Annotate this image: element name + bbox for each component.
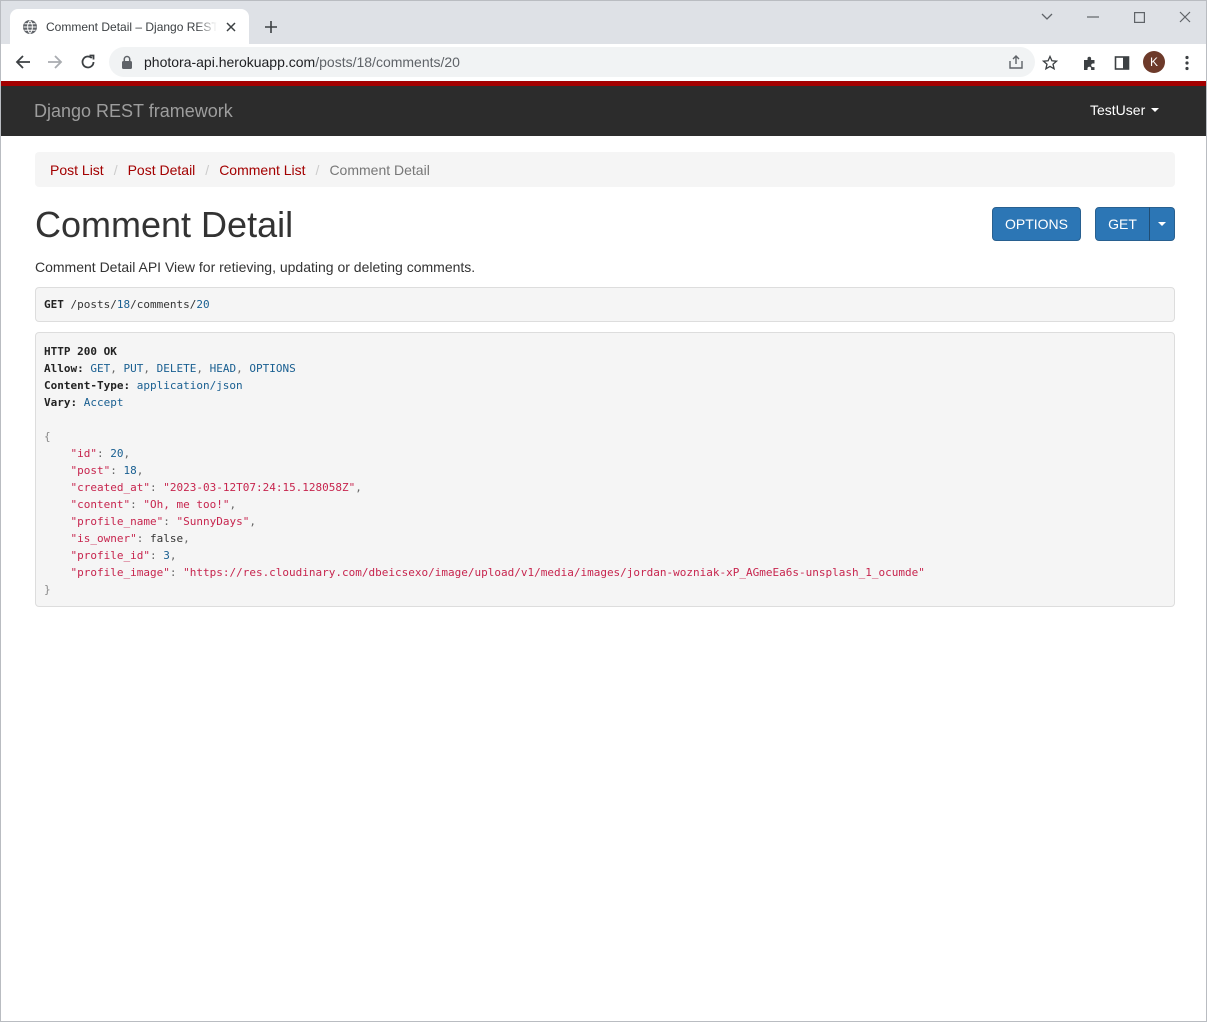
json-key: "created_at" <box>70 481 150 494</box>
request-method: GET <box>44 298 64 311</box>
json-open-brace: { <box>44 430 51 443</box>
allow-method: DELETE <box>156 362 197 375</box>
json-value: "https://res.cloudinary.com/dbeicsexo/im… <box>183 566 925 579</box>
request-path-segment: /posts/ <box>70 298 117 311</box>
bookmark-star-icon[interactable] <box>1040 53 1060 73</box>
breadcrumb-comment-detail: Comment Detail <box>329 161 430 178</box>
json-close-brace: } <box>44 583 51 596</box>
json-key: "is_owner" <box>70 532 137 545</box>
drf-navbar: Django REST framework TestUser <box>1 86 1206 136</box>
address-bar[interactable]: photora-api.herokuapp.com/posts/18/comme… <box>109 47 1035 77</box>
json-value: "SunnyDays" <box>176 515 250 528</box>
caret-down-icon <box>1158 222 1166 226</box>
json-field-row: "id": 20, <box>70 447 131 460</box>
url-text: photora-api.herokuapp.com/posts/18/comme… <box>144 54 460 70</box>
share-icon[interactable] <box>1007 53 1025 71</box>
browser-window: Comment Detail – Django REST framework <box>0 0 1207 1022</box>
json-value: 20 <box>110 447 124 460</box>
caret-down-icon <box>1151 108 1160 112</box>
json-field-row: "content": "Oh, me too!", <box>70 498 237 511</box>
extensions-icon[interactable] <box>1080 53 1100 73</box>
lock-icon <box>122 55 132 69</box>
request-path-segment: /comments/ <box>130 298 197 311</box>
json-field-row: "post": 18, <box>70 464 144 477</box>
breadcrumb-separator: / <box>205 161 210 178</box>
allow-method: HEAD <box>209 362 237 375</box>
browser-tab[interactable]: Comment Detail – Django REST framework <box>10 9 249 44</box>
maximize-icon[interactable] <box>1129 7 1149 27</box>
options-button[interactable]: OPTIONS <box>992 207 1081 241</box>
allow-header: Allow: GET, PUT, DELETE, HEAD, OPTIONS <box>44 362 296 375</box>
json-key: "content" <box>70 498 131 511</box>
allow-method: GET <box>90 362 111 375</box>
vary-header: Vary: Accept <box>44 396 124 409</box>
breadcrumb-post-detail[interactable]: Post Detail <box>128 162 196 178</box>
allow-method: OPTIONS <box>249 362 296 375</box>
request-path-segment: 20 <box>196 298 210 311</box>
get-format-dropdown[interactable] <box>1149 207 1175 241</box>
close-window-icon[interactable] <box>1175 7 1195 27</box>
request-path-segment: 18 <box>116 298 131 311</box>
breadcrumb-post-list[interactable]: Post List <box>50 162 104 178</box>
forward-icon[interactable] <box>43 50 67 74</box>
brand-link[interactable]: Django REST framework <box>34 101 233 122</box>
kebab-menu-icon[interactable] <box>1177 53 1197 73</box>
tab-search-icon[interactable] <box>1037 7 1057 27</box>
globe-icon <box>23 19 37 34</box>
request-info: GET /posts/18/comments/20 <box>35 287 1175 322</box>
reload-icon[interactable] <box>76 50 100 74</box>
response-status: HTTP 200 OK <box>44 345 117 358</box>
json-field-row: "is_owner": false, <box>70 532 190 545</box>
json-body: "id": 20, "post": 18, "created_at": "202… <box>44 445 1166 581</box>
tab-title: Comment Detail – Django REST framework <box>46 19 217 34</box>
json-field-row: "profile_image": "https://res.cloudinary… <box>70 566 925 579</box>
json-value: "Oh, me too!" <box>143 498 230 511</box>
browser-toolbar: photora-api.herokuapp.com/posts/18/comme… <box>1 44 1206 81</box>
json-key: "profile_name" <box>70 515 164 528</box>
new-tab-icon[interactable] <box>260 16 282 38</box>
url-path: /posts/18/comments/20 <box>315 54 460 70</box>
json-value: 3 <box>163 549 170 562</box>
json-value: "2023-03-12T07:24:15.128058Z" <box>163 481 356 494</box>
response-info: HTTP 200 OK Allow: GET, PUT, DELETE, HEA… <box>35 332 1175 607</box>
page-title: Comment Detail <box>35 204 294 245</box>
breadcrumb: Post List / Post Detail / Comment List /… <box>35 152 1175 187</box>
allow-method: PUT <box>123 362 144 375</box>
breadcrumb-separator: / <box>113 161 118 178</box>
json-value: 18 <box>123 464 137 477</box>
profile-avatar[interactable]: K <box>1143 51 1165 73</box>
user-dropdown[interactable]: TestUser <box>1090 102 1160 118</box>
json-key: "id" <box>70 447 98 460</box>
json-key: "post" <box>70 464 111 477</box>
json-field-row: "profile_name": "SunnyDays", <box>70 515 256 528</box>
json-key: "profile_id" <box>70 549 150 562</box>
minimize-icon[interactable] <box>1083 7 1103 27</box>
json-field-row: "created_at": "2023-03-12T07:24:15.12805… <box>70 481 362 494</box>
json-field-row: "profile_id": 3, <box>70 549 177 562</box>
view-description: Comment Detail API View for retieving, u… <box>35 259 476 275</box>
user-name: TestUser <box>1090 102 1146 118</box>
side-panel-icon[interactable] <box>1112 53 1132 73</box>
breadcrumb-comment-list[interactable]: Comment List <box>219 162 305 178</box>
tab-strip: Comment Detail – Django REST framework <box>1 1 1206 44</box>
back-icon[interactable] <box>11 50 35 74</box>
content-type-header: Content-Type: application/json <box>44 379 243 392</box>
json-value: false <box>149 532 184 545</box>
json-key: "profile_image" <box>70 566 170 579</box>
close-tab-icon[interactable] <box>223 19 239 35</box>
get-button[interactable]: GET <box>1095 207 1150 241</box>
url-host: photora-api.herokuapp.com <box>144 54 316 70</box>
breadcrumb-separator: / <box>315 161 320 178</box>
